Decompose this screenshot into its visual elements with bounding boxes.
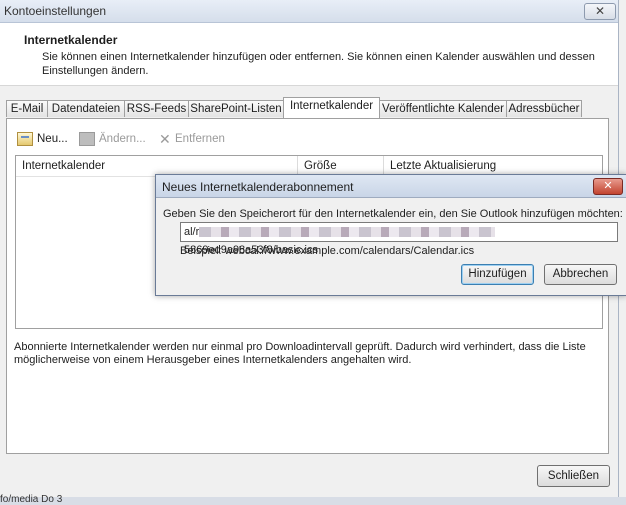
new-button-label: Neu... — [37, 133, 68, 145]
url-prefix: al/r — [184, 226, 200, 238]
change-icon — [79, 132, 95, 146]
column-header-name[interactable]: Internetkalender — [16, 156, 298, 176]
remove-x-icon: ✕ — [159, 131, 171, 147]
page-header: Internetkalender Sie können einen Intern… — [0, 23, 618, 86]
dialog-titlebar: Neues Internetkalenderabonnement ✕ — [156, 175, 626, 198]
remove-button-label: Entfernen — [175, 133, 225, 145]
tab-rss-feeds[interactable]: RSS-Feeds — [124, 100, 189, 117]
change-button-label: Ändern... — [99, 133, 146, 145]
dialog-title: Neues Internetkalenderabonnement — [162, 180, 354, 194]
dialog-prompt: Geben Sie den Speicherort für den Intern… — [163, 208, 623, 220]
url-redacted — [199, 227, 496, 238]
tab-data-files[interactable]: Datendateien — [47, 100, 125, 117]
change-button[interactable]: Ändern... — [79, 132, 146, 146]
new-calendar-icon — [17, 132, 33, 146]
page-description: Sie können einen Internetkalender hinzuf… — [42, 51, 595, 77]
info-note: Abonnierte Internetkalender werden nur e… — [14, 341, 586, 366]
column-header-size[interactable]: Größe — [298, 156, 384, 176]
add-button[interactable]: Hinzufügen — [461, 264, 534, 285]
close-button[interactable]: Schließen — [537, 465, 610, 487]
cancel-button[interactable]: Abbrechen — [544, 264, 617, 285]
window-title: Kontoeinstellungen — [4, 4, 107, 18]
tab-email[interactable]: E-Mail — [6, 100, 48, 117]
calendar-url-input[interactable]: al/r5869ed9a98a53f8/basic.ics — [180, 222, 618, 256]
window-titlebar: Kontoeinstellungen ✕ — [0, 0, 618, 23]
tab-published-calendars[interactable]: Veröffentlichte Kalender — [379, 100, 507, 117]
dialog-close-button[interactable]: ✕ — [593, 178, 623, 195]
dialog-example: Beispiel: webcal://www.example.com/calen… — [180, 245, 475, 257]
tab-sharepoint-lists[interactable]: SharePoint-Listen — [188, 100, 284, 117]
tab-address-books[interactable]: Adressbücher — [506, 100, 582, 117]
new-button[interactable]: Neu... — [17, 132, 68, 146]
window-close-button[interactable]: ✕ — [584, 3, 616, 20]
page-title: Internetkalender — [24, 33, 118, 47]
statusbar: fo/media Do 3 — [0, 494, 626, 505]
tab-internet-calendars[interactable]: Internetkalender — [283, 97, 380, 118]
remove-button[interactable]: ✕ Entfernen — [159, 132, 225, 146]
column-header-last-update[interactable]: Letzte Aktualisierung — [384, 156, 604, 176]
new-internet-calendar-dialog: Neues Internetkalenderabonnement ✕ Geben… — [155, 174, 626, 296]
status-text: fo/media Do 3 — [0, 494, 63, 505]
